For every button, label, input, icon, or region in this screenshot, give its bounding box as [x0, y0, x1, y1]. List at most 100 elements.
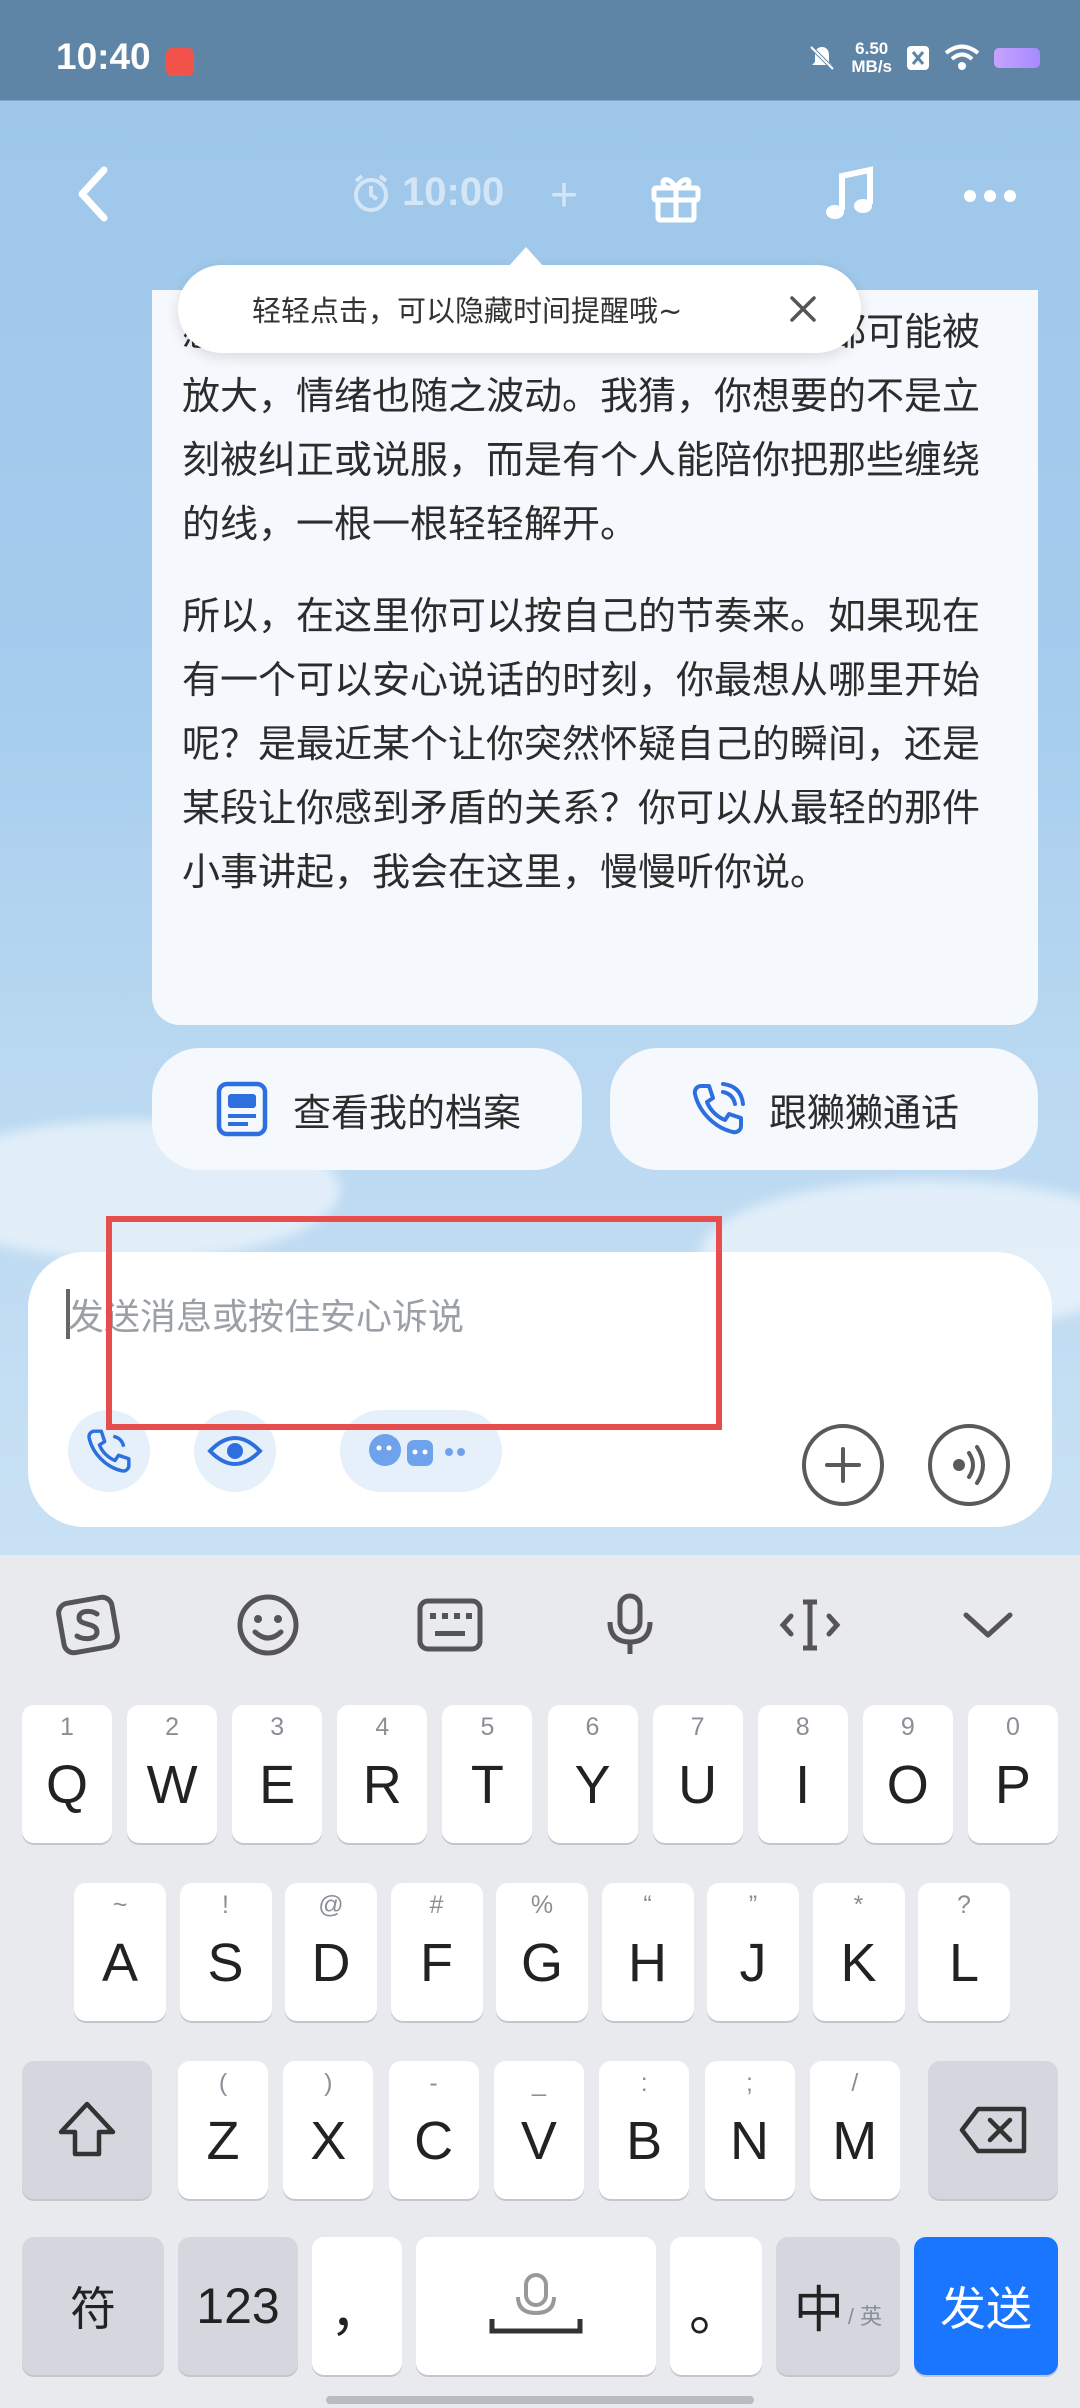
- key-l[interactable]: ? L: [918, 1883, 1010, 2021]
- space-key[interactable]: [416, 2237, 656, 2375]
- key-letter: W: [146, 1755, 198, 1815]
- key-hint: 0: [1005, 1713, 1020, 1741]
- backspace-key[interactable]: [928, 2061, 1058, 2199]
- key-letter: E: [259, 1755, 296, 1815]
- key-k[interactable]: * K: [812, 1883, 905, 2021]
- key-hint: 4: [375, 1713, 390, 1741]
- back-icon[interactable]: [66, 164, 126, 224]
- numbers-key[interactable]: 123: [178, 2237, 298, 2375]
- character-selector[interactable]: [340, 1410, 502, 1492]
- key-letter: B: [626, 2111, 663, 2171]
- collapse-icon[interactable]: [952, 1589, 1024, 1661]
- key-r[interactable]: 4R: [337, 1705, 428, 1843]
- network-speed: 6.50 MB/s: [851, 40, 892, 76]
- key-t[interactable]: 5T: [442, 1705, 533, 1843]
- key-j[interactable]: ” J: [707, 1883, 799, 2021]
- key-letter: M: [832, 2111, 878, 2171]
- gift-icon[interactable]: [648, 168, 704, 224]
- key-v[interactable]: _ V: [493, 2061, 584, 2199]
- key-h[interactable]: “H: [601, 1883, 694, 2021]
- key-z[interactable]: (Z: [178, 2061, 268, 2199]
- key-q[interactable]: 1Q: [22, 1705, 112, 1843]
- key-hint: !: [222, 1891, 229, 1919]
- key-e[interactable]: 3E: [232, 1705, 323, 1843]
- language-switch-key[interactable]: 中 / 英: [776, 2237, 900, 2375]
- shift-icon: [58, 2101, 116, 2157]
- ime-keyboard: 符 123 ， 。 中 / 英 发送 1 Q 2 W 3 E 4 R 5 T 6 Y 7 U 8 I 9 O 0 P ~…: [0, 1555, 1080, 2408]
- voice-call-button[interactable]: [68, 1410, 150, 1492]
- period-key[interactable]: 。: [670, 2237, 762, 2375]
- key-letter: N: [730, 2111, 769, 2171]
- key-n[interactable]: ; N: [704, 2061, 795, 2199]
- key-y[interactable]: 6Y: [547, 1705, 638, 1843]
- network-speed-value: 6.50: [855, 39, 889, 58]
- key-s[interactable]: ! S: [179, 1883, 272, 2021]
- home-indicator[interactable]: [326, 2396, 754, 2404]
- key-i[interactable]: 8I: [757, 1705, 848, 1843]
- key-p[interactable]: 0P: [967, 1705, 1058, 1843]
- key-letter: D: [311, 1933, 351, 1993]
- space-mic-icon: [489, 2273, 583, 2334]
- key-u[interactable]: 7U: [652, 1705, 743, 1843]
- key-o[interactable]: 9O: [862, 1705, 953, 1843]
- backspace-icon: [959, 2106, 1027, 2154]
- key-hint: 3: [270, 1713, 285, 1741]
- data-icon: [907, 46, 929, 70]
- key-a[interactable]: ~ A: [74, 1883, 166, 2021]
- key-m[interactable]: / M: [809, 2061, 900, 2199]
- key-letter: T: [470, 1755, 504, 1815]
- key-hint: 8: [795, 1713, 810, 1741]
- session-timer[interactable]: 10:00: [350, 170, 504, 215]
- cursor-move-icon[interactable]: [774, 1589, 846, 1661]
- view-profile-label: 查看我的档案: [292, 1090, 521, 1135]
- key-hint: ?: [957, 1891, 971, 1919]
- sogou-logo-icon[interactable]: [52, 1589, 124, 1661]
- key-f[interactable]: # F: [390, 1883, 483, 2021]
- symbols-key[interactable]: 符: [22, 2237, 164, 2375]
- key-g[interactable]: % G: [496, 1883, 588, 2021]
- hold-to-talk-button[interactable]: [928, 1424, 1010, 1506]
- battery-icon: [994, 48, 1040, 68]
- key-hint: 6: [585, 1713, 600, 1741]
- key-d[interactable]: @ D: [285, 1883, 377, 2021]
- key-letter: X: [310, 2111, 347, 2171]
- status-icons: 6.50 MB/s: [807, 40, 1040, 76]
- key-letter: F: [420, 1933, 453, 1993]
- key-b[interactable]: :B: [599, 2061, 690, 2199]
- emoji-icon[interactable]: [232, 1589, 304, 1661]
- key-letter: R: [362, 1755, 402, 1815]
- phone-call-icon: [692, 1082, 745, 1135]
- send-key[interactable]: 发送: [914, 2237, 1058, 2375]
- comma-key[interactable]: ，: [312, 2237, 402, 2375]
- key-letter: P: [994, 1755, 1031, 1815]
- key-w[interactable]: 2W: [127, 1705, 218, 1843]
- key-letter: G: [520, 1933, 563, 1993]
- shift-key[interactable]: [22, 2061, 152, 2199]
- more-icon[interactable]: [960, 176, 1020, 216]
- wifi-icon: [944, 44, 980, 70]
- message-input[interactable]: [68, 1282, 968, 1352]
- add-button[interactable]: [802, 1424, 884, 1506]
- call-otter-button[interactable]: 跟獭獭通话: [610, 1048, 1038, 1170]
- key-letter: U: [678, 1755, 718, 1815]
- characters-icon: [369, 1434, 465, 1466]
- message-composer: [28, 1252, 1052, 1527]
- key-hint: ~: [112, 1891, 128, 1919]
- key-letter: O: [886, 1755, 929, 1815]
- timer-hint-tooltip[interactable]: 轻轻点击，可以隐藏时间提醒哦~: [178, 247, 861, 353]
- keyboard-icon[interactable]: [414, 1589, 486, 1661]
- key-x[interactable]: ) X: [283, 2061, 374, 2199]
- message-paragraph: 所以，在这里你可以按自己的节奏来。如果现在有一个可以安心说话的时刻，你最想从哪里…: [182, 594, 981, 894]
- view-button[interactable]: [194, 1410, 276, 1492]
- key-letter: S: [207, 1933, 244, 1993]
- microphone-icon[interactable]: [594, 1589, 666, 1661]
- profile-card-icon: [216, 1081, 268, 1137]
- close-icon[interactable]: [783, 289, 823, 329]
- view-profile-button[interactable]: 查看我的档案: [152, 1048, 582, 1170]
- music-icon[interactable]: [822, 166, 880, 226]
- key-hint: %: [530, 1891, 554, 1919]
- timer-add-button[interactable]: +: [550, 168, 578, 223]
- key-hint: (: [218, 2069, 228, 2097]
- eye-icon: [207, 1436, 263, 1466]
- key-c[interactable]: -C: [388, 2061, 479, 2199]
